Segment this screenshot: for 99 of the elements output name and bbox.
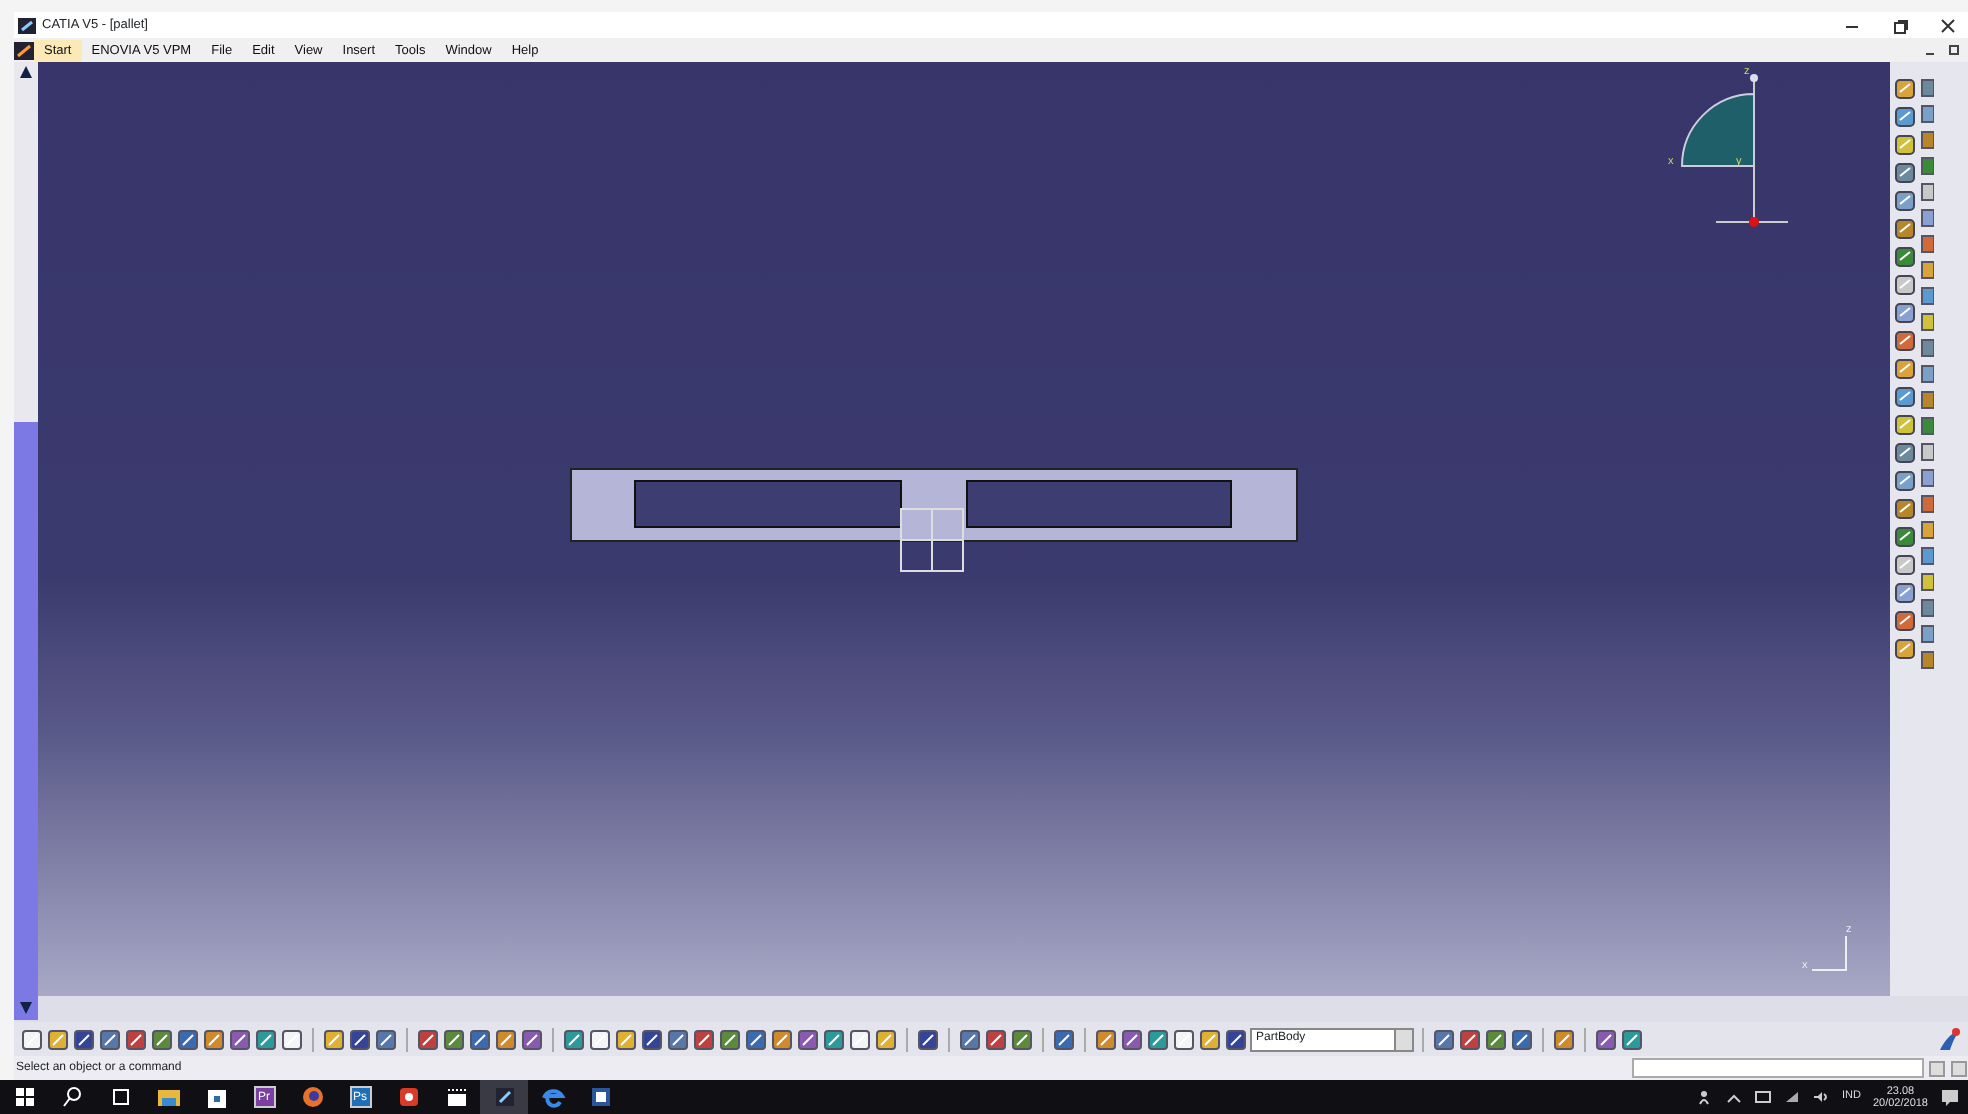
- tool-icon[interactable]: [72, 1027, 96, 1051]
- tool-icon[interactable]: [1894, 554, 1916, 576]
- tool-icon[interactable]: [1894, 106, 1916, 128]
- restore-icon[interactable]: [1892, 17, 1908, 33]
- signal-icon[interactable]: [1783, 1090, 1800, 1104]
- tool-icon[interactable]: [1432, 1027, 1456, 1051]
- tool-icon[interactable]: [228, 1027, 252, 1051]
- tool-icon[interactable]: [1894, 190, 1916, 212]
- app-icon: [491, 1084, 517, 1110]
- tool-icon[interactable]: [1552, 1027, 1576, 1051]
- tool-icon[interactable]: [640, 1027, 664, 1051]
- volume-icon[interactable]: [1811, 1090, 1830, 1104]
- tool-icon[interactable]: [1894, 582, 1916, 604]
- tool-icon[interactable]: [1172, 1027, 1196, 1051]
- tool-icon[interactable]: [176, 1027, 200, 1051]
- close-icon[interactable]: [1940, 17, 1956, 33]
- tool-icon[interactable]: [494, 1027, 518, 1051]
- tool-icon[interactable]: [1894, 302, 1916, 324]
- tool-icon[interactable]: [1894, 386, 1916, 408]
- tool-icon[interactable]: [1224, 1027, 1248, 1051]
- people-icon[interactable]: [1697, 1089, 1714, 1105]
- browser-icon: [539, 1084, 565, 1110]
- tool-icon[interactable]: [348, 1027, 372, 1051]
- tool-icon[interactable]: [1894, 610, 1916, 632]
- tool-icon[interactable]: [666, 1027, 690, 1051]
- tool-icon[interactable]: [1894, 330, 1916, 352]
- tool-icon[interactable]: [1484, 1027, 1508, 1051]
- tool-icon[interactable]: [1094, 1027, 1118, 1051]
- tool-icon[interactable]: [1894, 442, 1916, 464]
- clapper-icon: [443, 1084, 469, 1110]
- tool-icon[interactable]: [46, 1027, 70, 1051]
- task-view-icon: [107, 1084, 133, 1110]
- tool-icon[interactable]: [20, 1027, 44, 1051]
- tool-icon[interactable]: [1894, 218, 1916, 240]
- tool-icon[interactable]: [1894, 358, 1916, 380]
- notification-icon[interactable]: [1940, 1088, 1960, 1106]
- bag-icon: [203, 1084, 229, 1110]
- tool-icon[interactable]: [254, 1027, 278, 1051]
- tool-icon[interactable]: [1052, 1027, 1076, 1051]
- windows-icon: [11, 1084, 37, 1110]
- command-field[interactable]: [1632, 1058, 1924, 1078]
- logo-icon: [1936, 1025, 1964, 1053]
- tool-icon[interactable]: [202, 1027, 226, 1051]
- scroll-bar[interactable]: [14, 62, 38, 996]
- tool-icon[interactable]: [588, 1027, 612, 1051]
- tool-icon[interactable]: [1894, 414, 1916, 436]
- tool-icon[interactable]: [280, 1027, 304, 1051]
- tool-icon[interactable]: [984, 1027, 1008, 1051]
- tool-icon[interactable]: [562, 1027, 586, 1051]
- tool-icon[interactable]: [374, 1027, 398, 1051]
- scroll-down-icon[interactable]: [14, 996, 38, 1020]
- tool-icon[interactable]: [1010, 1027, 1034, 1051]
- tool-icon[interactable]: [1198, 1027, 1222, 1051]
- tool-icon[interactable]: [1894, 134, 1916, 156]
- tool-icon[interactable]: [822, 1027, 846, 1051]
- tool-icon[interactable]: [692, 1027, 716, 1051]
- tool-icon[interactable]: [468, 1027, 492, 1051]
- tool-icon[interactable]: [1510, 1027, 1534, 1051]
- tool-icon[interactable]: [1894, 526, 1916, 548]
- tool-icon[interactable]: [98, 1027, 122, 1051]
- document-icon: [587, 1084, 613, 1110]
- tool-icon[interactable]: [718, 1027, 742, 1051]
- catia-icon: [14, 41, 34, 59]
- restore-icon[interactable]: [1948, 44, 1960, 56]
- tool-icon[interactable]: [1894, 162, 1916, 184]
- search-icon: [59, 1084, 85, 1110]
- tool-icon[interactable]: [1894, 470, 1916, 492]
- tool-icon[interactable]: [1620, 1027, 1644, 1051]
- tool-icon[interactable]: [442, 1027, 466, 1051]
- tool-icon[interactable]: [744, 1027, 768, 1051]
- tool-icon[interactable]: [874, 1027, 898, 1051]
- tool-icon[interactable]: [124, 1027, 148, 1051]
- tool-icon[interactable]: [1894, 246, 1916, 268]
- tool-icon[interactable]: [614, 1027, 638, 1051]
- tool-icon[interactable]: [1594, 1027, 1618, 1051]
- tool-icon[interactable]: [958, 1027, 982, 1051]
- tool-icon[interactable]: [1458, 1027, 1482, 1051]
- browser-icon: [299, 1084, 325, 1110]
- tool-icon[interactable]: [848, 1027, 872, 1051]
- chevron-icon[interactable]: [1725, 1091, 1742, 1103]
- battery-icon[interactable]: [1753, 1090, 1772, 1104]
- scroll-thumb[interactable]: [14, 422, 38, 996]
- tool-icon[interactable]: [1120, 1027, 1144, 1051]
- tool-icon[interactable]: [1894, 78, 1916, 100]
- tool-icon[interactable]: [150, 1027, 174, 1051]
- folder-icon: [155, 1084, 181, 1110]
- tool-icon[interactable]: [1894, 498, 1916, 520]
- tool-icon[interactable]: [1894, 638, 1916, 660]
- tool-icon[interactable]: [770, 1027, 794, 1051]
- tool-icon[interactable]: [1146, 1027, 1170, 1051]
- tool-icon[interactable]: [520, 1027, 544, 1051]
- tool-icon[interactable]: [322, 1027, 346, 1051]
- tool-icon[interactable]: [916, 1027, 940, 1051]
- tool-icon[interactable]: [1894, 274, 1916, 296]
- app-icon: [18, 17, 36, 33]
- app-icon: [395, 1084, 421, 1110]
- tool-icon[interactable]: [416, 1027, 440, 1051]
- grid-icon: [900, 508, 966, 574]
- tool-icon[interactable]: [796, 1027, 820, 1051]
